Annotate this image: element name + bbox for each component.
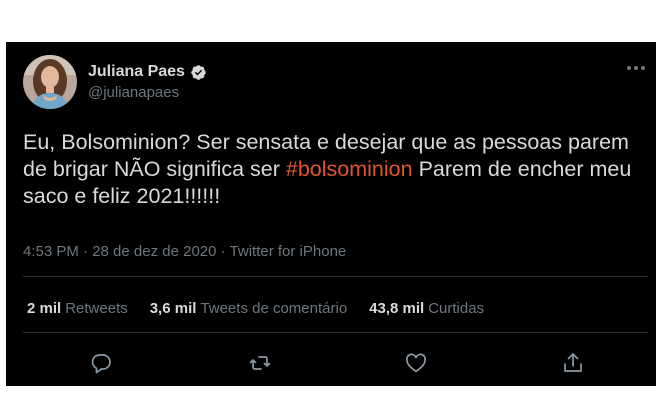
reply-icon[interactable]	[88, 351, 114, 375]
stat-likes[interactable]: 43,8 mil Curtidas	[369, 300, 484, 318]
author-name-row[interactable]: Juliana Paes	[88, 63, 207, 81]
author-display-name[interactable]: Juliana Paes	[88, 63, 185, 81]
like-icon[interactable]	[403, 351, 429, 375]
retweet-icon[interactable]	[247, 351, 273, 375]
verified-badge-icon	[191, 64, 206, 80]
stat-retweets[interactable]: 2 mil Retweets	[27, 300, 128, 318]
more-options-icon[interactable]	[623, 60, 649, 76]
avatar-photo	[23, 55, 77, 109]
avatar[interactable]	[23, 55, 77, 109]
tweet-text: Eu, Bolsominion? Ser sensata e desejar q…	[23, 129, 648, 210]
tweet-card: Juliana Paes @julianapaes Eu, Bolsominio…	[6, 42, 656, 386]
stat-quote-tweets-label: Tweets de comentário	[200, 300, 348, 317]
tweet-actions	[6, 351, 656, 375]
share-icon[interactable]	[560, 351, 586, 375]
divider	[23, 332, 648, 333]
stat-likes-count: 43,8 mil	[369, 300, 425, 317]
stat-retweets-count: 2 mil	[27, 300, 62, 317]
stat-retweets-label: Retweets	[65, 300, 128, 317]
tweet-timestamp-source[interactable]: 4:53 PM · 28 de dez de 2020 · Twitter fo…	[23, 243, 346, 261]
stat-likes-label: Curtidas	[428, 300, 485, 317]
divider	[23, 276, 648, 277]
hashtag-link[interactable]: #bolsominion	[286, 157, 413, 181]
tweet-stats: 2 mil Retweets 3,6 mil Tweets de comentári…	[27, 300, 484, 318]
stat-quote-tweets[interactable]: 3,6 mil Tweets de comentário	[150, 300, 347, 318]
stat-quote-tweets-count: 3,6 mil	[149, 300, 197, 317]
author-handle[interactable]: @julianapaes	[88, 84, 179, 102]
